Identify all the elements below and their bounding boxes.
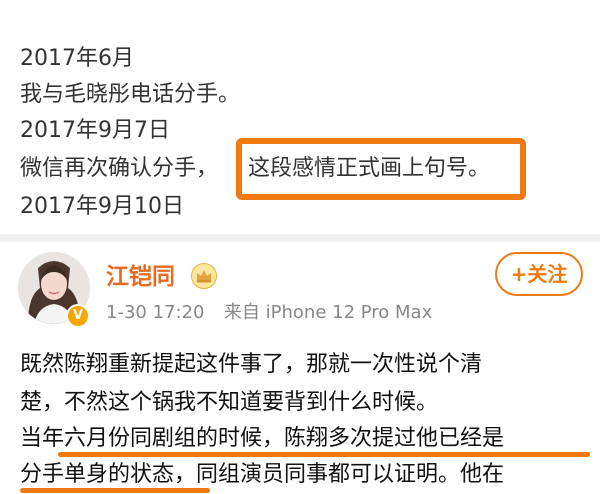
crown-icon	[191, 263, 217, 289]
timeline-text: 我与毛晓彤电话分手。	[20, 82, 241, 107]
highlight-underline	[20, 488, 210, 493]
post-username[interactable]: 江铠同	[106, 262, 175, 292]
post-body-line: 楚，不然这个锅我不知道要背到什么时候。	[20, 390, 439, 415]
follow-button[interactable]: +关注	[495, 252, 583, 296]
highlight-underline	[58, 452, 590, 457]
timeline-date: 2017年9月7日	[20, 118, 170, 143]
verified-badge-icon: V	[66, 304, 90, 328]
post-meta: 1-30 17:20 来自 iPhone 12 Pro Max	[106, 300, 432, 326]
timeline-date: 2017年6月	[20, 46, 134, 71]
crown-shape	[197, 270, 211, 283]
timeline-date: 2017年9月10日	[20, 194, 184, 219]
section-divider	[0, 234, 600, 242]
post-timestamp: 1-30 17:20	[106, 302, 205, 323]
post-body-line: 既然陈翔重新提起这件事了，那就一次性说个清	[20, 352, 483, 377]
post-body-line: 当年六月份同剧组的时候，陈翔多次提过他已经是	[20, 426, 505, 451]
post-source: 来自 iPhone 12 Pro Max	[223, 302, 433, 323]
post-body-line: 分手单身的状态，同组演员同事都可以证明。他在	[20, 462, 505, 487]
highlight-box	[236, 138, 526, 200]
timeline-text: 微信再次确认分手，	[20, 156, 219, 181]
timeline-card: 2017年6月 我与毛晓彤电话分手。 2017年9月7日 微信再次确认分手， 这…	[0, 0, 600, 238]
